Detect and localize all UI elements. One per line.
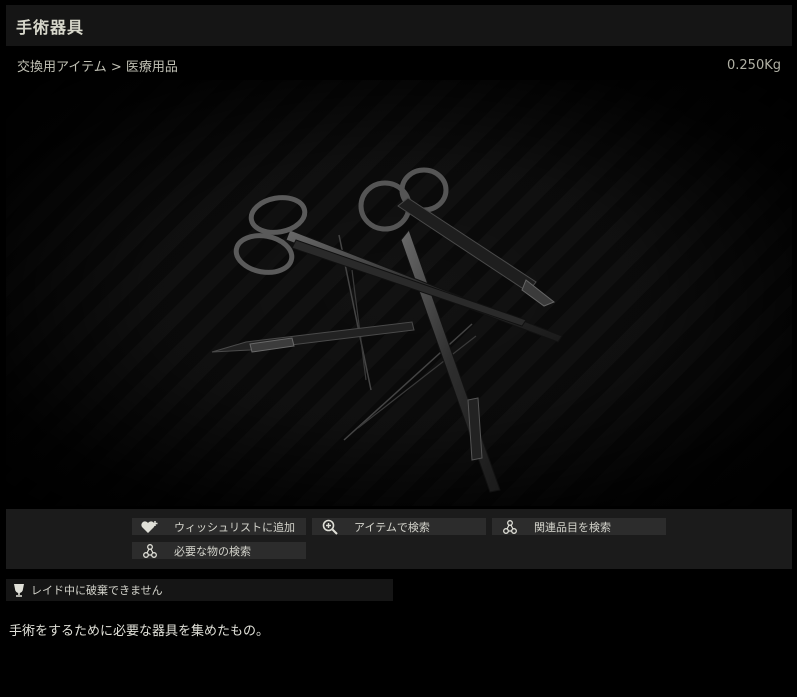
add-to-wishlist-label: ウィッシュリストに追加 xyxy=(174,520,295,534)
nodes-icon xyxy=(500,518,520,535)
search-by-item-button[interactable]: アイテムで検索 xyxy=(312,518,486,535)
breadcrumb-subcategory[interactable]: 医療用品 xyxy=(126,60,178,75)
search-by-item-label: アイテムで検索 xyxy=(354,520,430,534)
item-description: 手術をするために必要な器具を集めたもの。 xyxy=(9,624,270,639)
add-to-wishlist-button[interactable]: ウィッシュリストに追加 xyxy=(132,518,306,535)
item-title: 手術器具 xyxy=(16,17,85,37)
title-bar: 手術器具 xyxy=(6,5,792,46)
magnifier-plus-icon xyxy=(320,518,340,535)
search-related-label: 関連品目を検索 xyxy=(534,520,611,534)
search-required-label: 必要な物の検索 xyxy=(174,544,251,558)
meta-row: 交換用アイテム > 医療用品 0.250Kg xyxy=(17,55,781,75)
heart-plus-icon xyxy=(140,518,160,535)
item-preview-image xyxy=(6,80,792,506)
action-panel: ウィッシュリストに追加 アイテムで検索 関連品目を検索 必要な物の検索 xyxy=(6,509,792,569)
breadcrumb-category[interactable]: 交換用アイテム xyxy=(17,60,107,75)
breadcrumb: 交換用アイテム > 医療用品 xyxy=(17,56,178,75)
item-weight: 0.250Kg xyxy=(727,57,781,73)
no-discard-warning: レイド中に破棄できません xyxy=(6,579,393,601)
breadcrumb-separator: > xyxy=(110,59,122,75)
goblet-icon xyxy=(13,582,25,598)
surgical-instruments-illustration xyxy=(211,167,563,493)
search-related-button[interactable]: 関連品目を検索 xyxy=(492,518,666,535)
search-required-button[interactable]: 必要な物の検索 xyxy=(132,542,306,559)
no-discard-warning-text: レイド中に破棄できません xyxy=(31,584,163,597)
nodes-icon xyxy=(140,542,160,559)
